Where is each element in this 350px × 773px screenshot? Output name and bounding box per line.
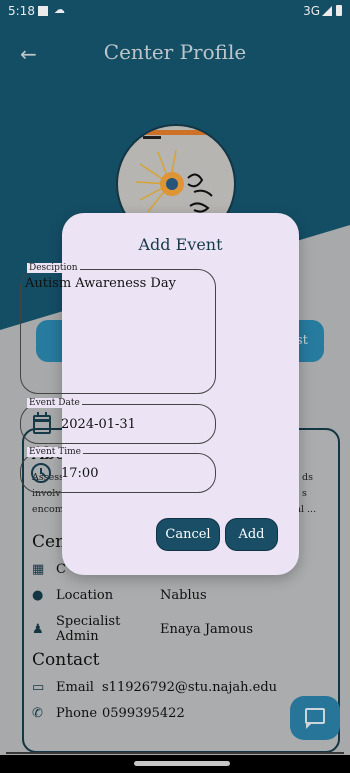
- description-label: Desciption: [27, 263, 80, 273]
- add-button[interactable]: Add: [225, 518, 278, 551]
- calendar-icon: [33, 412, 51, 434]
- event-date-value: 2024-01-31: [61, 417, 136, 432]
- cancel-button[interactable]: Cancel: [156, 518, 220, 551]
- clock-icon: [31, 463, 51, 483]
- dialog-title: Add Event: [138, 235, 223, 254]
- event-time-label: Event Time: [27, 447, 83, 457]
- description-field[interactable]: Desciption Autism Awareness Day: [20, 263, 216, 394]
- event-time-value: 17:00: [61, 466, 99, 481]
- description-value: Autism Awareness Day: [25, 276, 176, 291]
- event-time-field[interactable]: Event Time 17:00: [20, 447, 216, 493]
- event-date-label: Event Date: [27, 398, 82, 408]
- event-date-field[interactable]: Event Date 2024-01-31: [20, 398, 216, 444]
